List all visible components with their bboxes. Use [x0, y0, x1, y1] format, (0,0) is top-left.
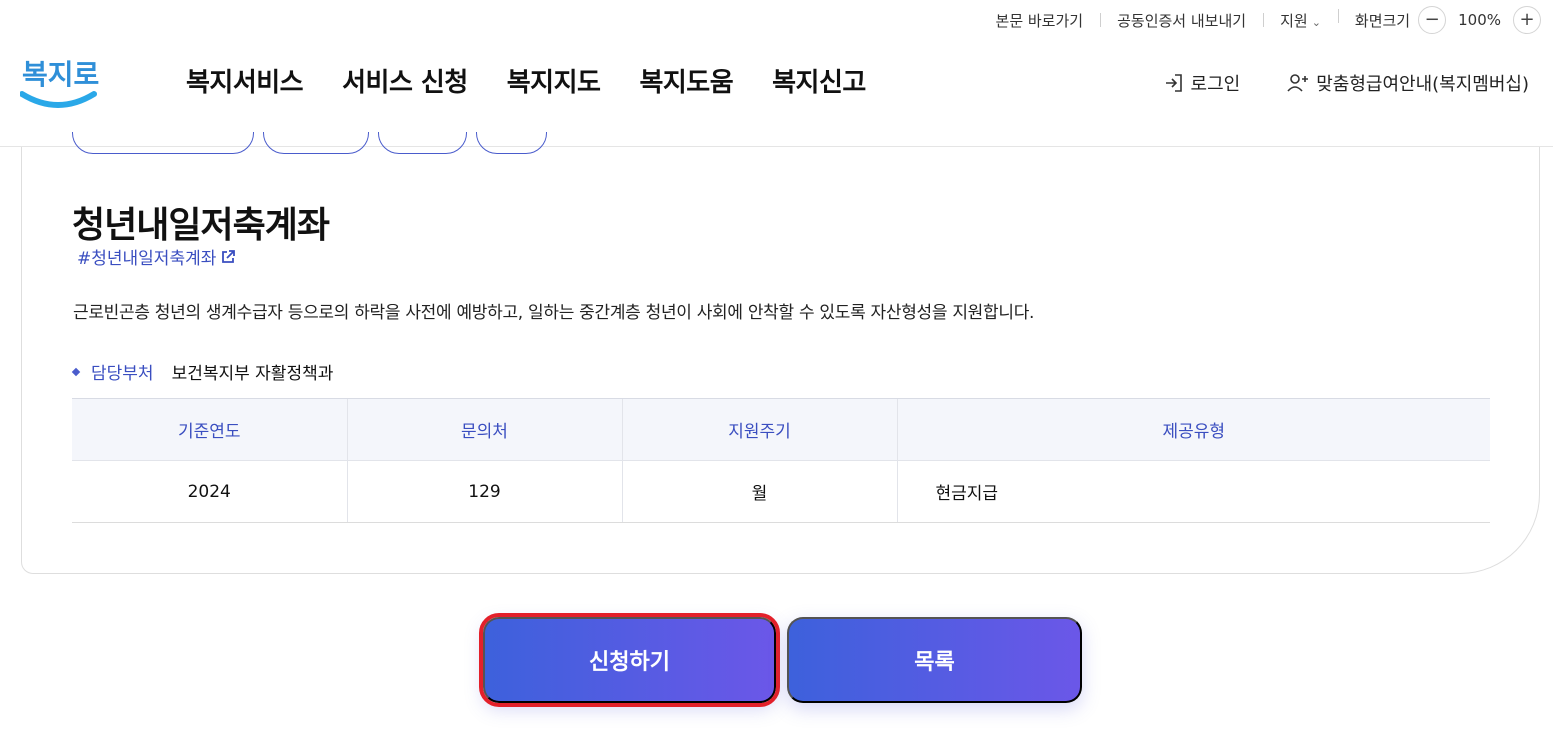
membership-label: 맞춤형급여안내(복지멤버십) — [1316, 74, 1529, 95]
site-header: 복지로 복지서비스 서비스 신청 복지지도 복지도움 복지신고 로그인 맞춤형급… — [0, 40, 1553, 147]
cell-contact: 129 — [346, 460, 622, 523]
nav-welfare-report[interactable]: 복지신고 — [772, 62, 866, 99]
service-hashtag-link[interactable]: #청년내일저축계좌 — [77, 244, 236, 269]
column-header-provision-type: 제공유형 — [896, 398, 1490, 461]
tag-chip[interactable] — [263, 132, 369, 154]
skip-to-content-link[interactable]: 본문 바로가기 — [979, 10, 1101, 31]
zoom-out-button[interactable]: − — [1418, 6, 1447, 34]
tag-chip-row — [72, 132, 552, 155]
department-value: 보건복지부 자활정책과 — [171, 364, 334, 384]
bullet-diamond-icon — [71, 367, 81, 376]
chevron-down-icon: ⌄ — [1311, 15, 1321, 29]
membership-link[interactable]: 맞춤형급여안내(복지멤버십) — [1286, 70, 1529, 96]
logo-icon: 복지로 — [19, 58, 99, 108]
column-header-contact: 문의처 — [346, 398, 622, 461]
screen-size-label: 화면크기 — [1354, 11, 1411, 30]
tag-chip[interactable] — [72, 132, 254, 154]
login-icon — [1165, 74, 1182, 92]
utility-links: 본문 바로가기 공동인증서 내보내기 지원 ⌄ 화면크기 − 100% + — [979, 6, 1541, 34]
service-info-table: 기준연도 문의처 지원주기 제공유형 2024 129 월 현금지급 — [72, 398, 1490, 523]
external-link-icon — [222, 249, 236, 263]
header-actions: 로그인 맞춤형급여안내(복지멤버십) — [1163, 70, 1529, 96]
department-info: 담당부처 보건복지부 자활정책과 — [71, 359, 334, 384]
cell-provision-type: 현금지급 — [896, 460, 1490, 523]
column-header-base-year: 기준연도 — [72, 398, 347, 461]
department-label: 담당부처 — [91, 364, 154, 384]
bokjiro-logo[interactable]: 복지로 — [19, 46, 100, 112]
login-label: 로그인 — [1190, 74, 1241, 95]
support-dropdown[interactable]: 지원 ⌄ — [1263, 10, 1338, 31]
utility-bar: 본문 바로가기 공동인증서 내보내기 지원 ⌄ 화면크기 − 100% + — [0, 0, 1553, 40]
column-header-support-cycle: 지원주기 — [621, 398, 897, 461]
zoom-level: 100% — [1458, 11, 1501, 29]
nav-welfare-help[interactable]: 복지도움 — [639, 62, 733, 99]
table-row: 2024 129 월 현금지급 — [72, 460, 1490, 523]
tag-chip[interactable] — [476, 132, 547, 154]
hashtag-label: #청년내일저축계좌 — [77, 249, 217, 269]
nav-welfare-services[interactable]: 복지서비스 — [186, 62, 304, 99]
apply-button[interactable]: 신청하기 — [479, 613, 780, 707]
cell-support-cycle: 월 — [621, 460, 897, 523]
user-add-icon — [1287, 74, 1309, 92]
support-label: 지원 — [1280, 11, 1308, 30]
table-header-row: 기준연도 문의처 지원주기 제공유형 — [72, 398, 1490, 461]
cell-base-year: 2024 — [72, 460, 347, 523]
zoom-in-button[interactable]: + — [1513, 6, 1541, 34]
service-title: 청년내일저축계좌 — [72, 205, 330, 246]
logo-text: 복지로 — [22, 58, 99, 91]
list-button[interactable]: 목록 — [787, 617, 1082, 703]
login-link[interactable]: 로그인 — [1163, 70, 1241, 96]
nav-welfare-map[interactable]: 복지지도 — [507, 62, 601, 99]
cert-export-link[interactable]: 공동인증서 내보내기 — [1100, 10, 1263, 31]
tag-chip[interactable] — [378, 132, 467, 154]
screen-size-control: 화면크기 − 100% + — [1337, 6, 1541, 34]
main-nav: 복지서비스 서비스 신청 복지지도 복지도움 복지신고 — [186, 62, 866, 99]
service-description: 근로빈곤층 청년의 생계수급자 등으로의 하락을 사전에 예방하고, 일하는 중… — [73, 303, 1035, 323]
nav-service-application[interactable]: 서비스 신청 — [342, 62, 468, 99]
